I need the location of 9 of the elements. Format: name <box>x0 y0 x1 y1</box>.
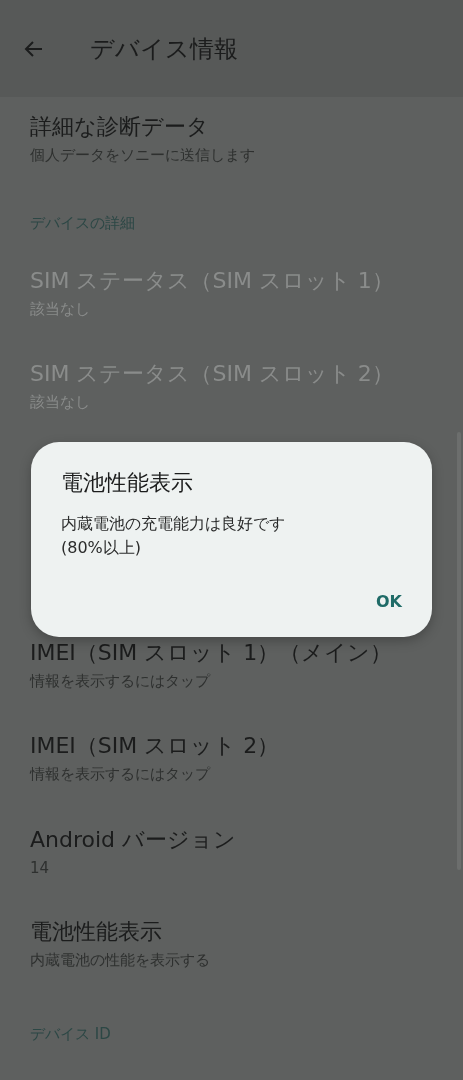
setting-title[interactable]: IMEI（SIM スロット 1）（メイン） <box>30 638 433 668</box>
setting-title[interactable]: Android バージョン <box>30 824 433 855</box>
setting-title[interactable]: IMEI（SIM スロット 2） <box>30 731 433 761</box>
setting-title[interactable]: 電池性能表示 <box>30 917 433 947</box>
setting-title[interactable]: 詳細な診断データ <box>30 112 433 142</box>
dialog-title: 電池性能表示 <box>61 469 194 497</box>
dialog-message: 内蔵電池の充電能力は良好です (80%以上) <box>61 513 286 559</box>
screen-title: デバイス情報 <box>90 33 238 65</box>
ok-button[interactable]: OK <box>366 588 412 615</box>
